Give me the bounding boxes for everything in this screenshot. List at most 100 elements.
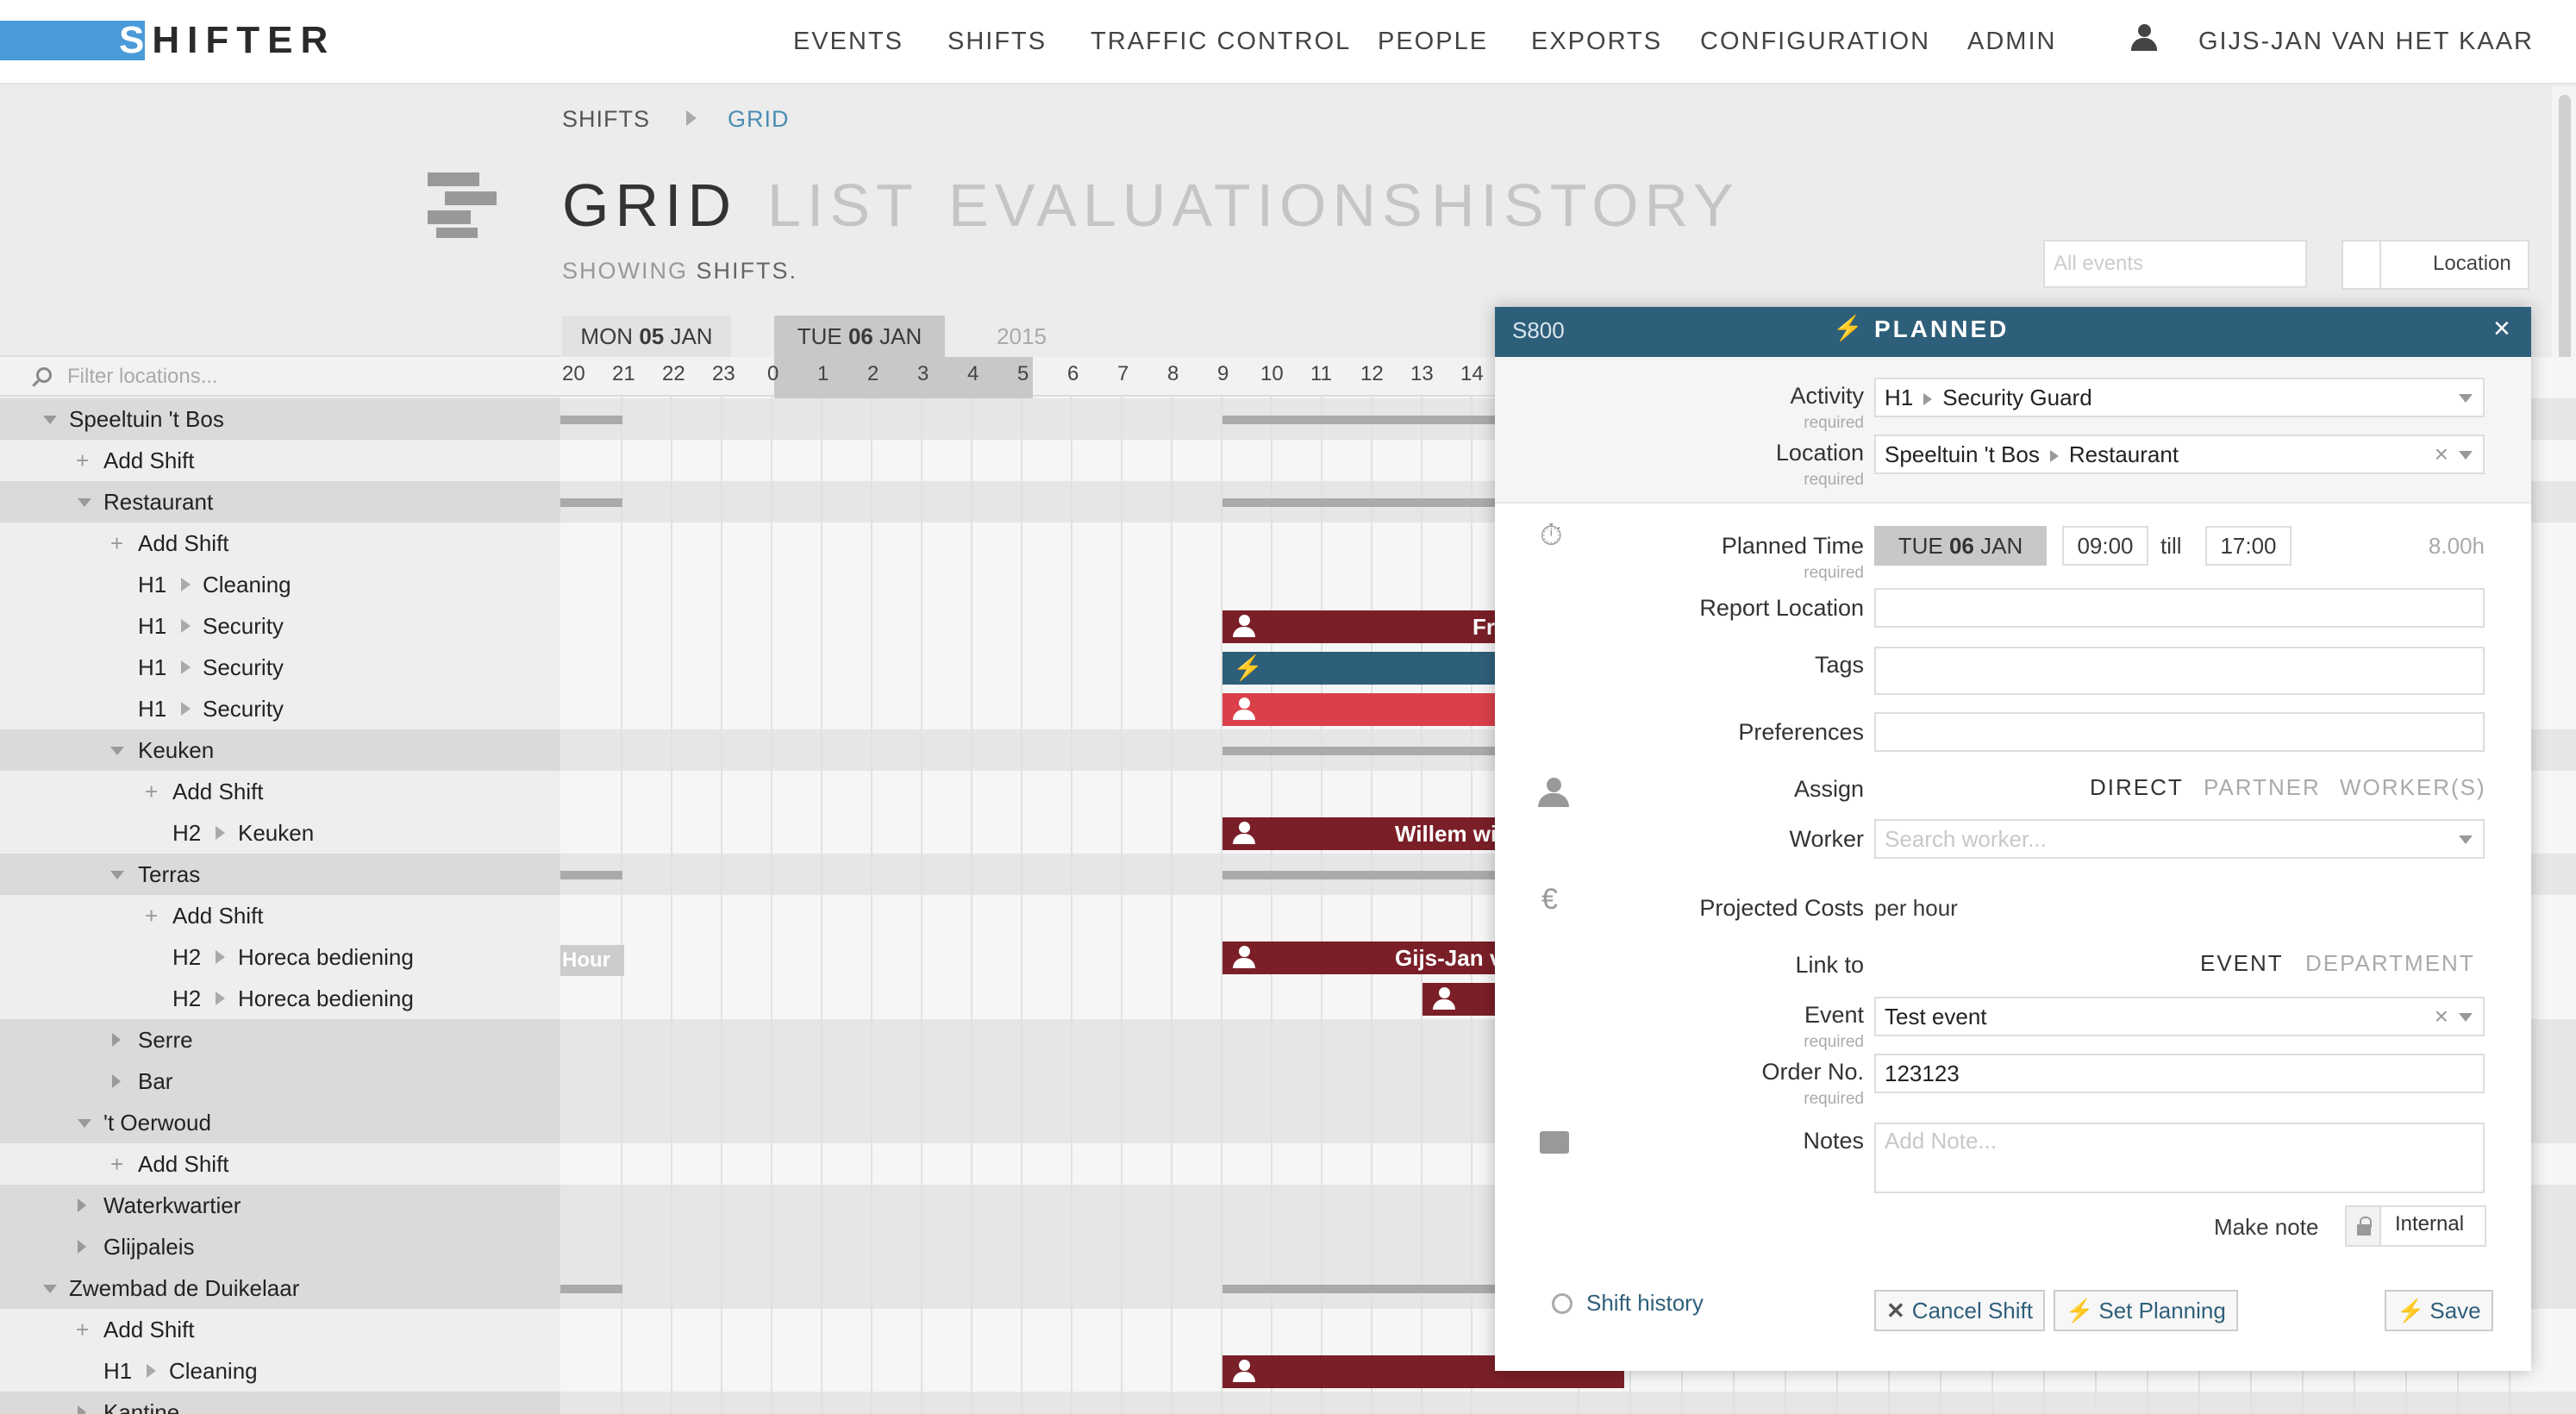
tree-add-shift[interactable]: + Add Shift [0, 522, 560, 564]
nav-configuration[interactable]: CONFIGURATION [1700, 24, 1930, 59]
tab-history[interactable]: HISTORY [1431, 171, 1740, 240]
expand-right-icon[interactable] [78, 1405, 86, 1414]
order-number-input[interactable]: 123123 [1874, 1054, 2485, 1093]
location-select[interactable]: Speeltuin 't Bos Restaurant × [1874, 435, 2485, 474]
tree-location-glijpaleis[interactable]: Glijpaleis [0, 1226, 560, 1267]
tags-label: Tags [1814, 652, 1864, 678]
activity-select[interactable]: H1 Security Guard [1874, 378, 2485, 417]
start-time-input[interactable]: 09:00 [2062, 526, 2148, 566]
cancel-x-icon: ✕ [1886, 1298, 1905, 1323]
shift-detail-modal: S800 ⚡ PLANNED × Activity required H1 Sec… [1495, 307, 2531, 1371]
tree-location-kantine[interactable]: Kantine [0, 1392, 560, 1414]
date-tue-06-jan[interactable]: TUE 06 JAN [774, 316, 945, 357]
tree-location-speeltuin[interactable]: Speeltuin 't Bos [0, 398, 560, 440]
shifter-logo[interactable]: SHIFTER [0, 19, 328, 62]
cancel-shift-button[interactable]: ✕ Cancel Shift [1874, 1290, 2045, 1331]
tree-location-keuken[interactable]: Keuken [0, 729, 560, 771]
expand-right-icon[interactable] [112, 1074, 121, 1088]
tree-location-waterkwartier[interactable]: Waterkwartier [0, 1185, 560, 1226]
set-planning-button[interactable]: ⚡ Set Planning [2054, 1290, 2238, 1331]
tree-shift-row[interactable]: H1 Security [0, 688, 560, 729]
internal-toggle[interactable]: Internal [2345, 1205, 2486, 1247]
notes-label: Notes [1803, 1128, 1864, 1154]
expand-down-icon[interactable] [110, 871, 124, 879]
events-filter[interactable]: All events [2043, 240, 2307, 288]
assign-direct-option[interactable]: DIRECT [2090, 774, 2184, 801]
tree-shift-row[interactable]: H1 Cleaning [0, 564, 560, 605]
hour-tick: 21 [612, 362, 635, 385]
search-icon [36, 367, 52, 383]
link-event-option[interactable]: EVENT [2200, 950, 2284, 977]
tree-location-serre[interactable]: Serre [0, 1019, 560, 1060]
tab-grid[interactable]: GRID [562, 171, 737, 240]
location-filter-button[interactable]: Location [2342, 240, 2529, 290]
date-mon-05-jan[interactable]: MON 05 JAN [562, 316, 731, 357]
assign-workers-option[interactable]: WORKER(S) [2340, 774, 2486, 801]
tags-input[interactable] [1874, 647, 2485, 695]
breadcrumb-grid: GRID [728, 106, 790, 132]
close-icon[interactable]: × [2493, 312, 2510, 346]
save-button[interactable]: ⚡ Save [2385, 1290, 2493, 1331]
shift-history-link[interactable]: Shift history [1586, 1290, 1704, 1317]
history-clock-icon [1552, 1293, 1572, 1314]
assign-partner-option[interactable]: PARTNER [2204, 774, 2321, 801]
tree-shift-row[interactable]: H2 Horeca bediening [0, 978, 560, 1019]
breadcrumb-shifts[interactable]: SHIFTS [562, 103, 650, 135]
hour-tick: 0 [767, 362, 779, 385]
hour-tick: 13 [1410, 362, 1434, 385]
tree-location-terras[interactable]: Terras [0, 854, 560, 895]
tree-location-zwembad[interactable]: Zwembad de Duikelaar [0, 1267, 560, 1309]
user-icon[interactable] [2131, 24, 2157, 52]
nav-people[interactable]: PEOPLE [1378, 24, 1488, 59]
grid-line [1321, 397, 1322, 1414]
tab-list[interactable]: LIST [767, 171, 919, 240]
event-select[interactable]: Test event × [1874, 997, 2485, 1036]
location-tree: Speeltuin 't Bos +Add Shift Restaurant +… [0, 355, 560, 1414]
arrow-right-icon [2049, 450, 2059, 462]
link-department-option[interactable]: DEPARTMENT [2305, 950, 2475, 977]
nav-shifts[interactable]: SHIFTS [947, 24, 1047, 59]
nav-admin[interactable]: ADMIN [1967, 24, 2056, 59]
grid-line [1421, 397, 1422, 1414]
tree-add-shift[interactable]: + Add Shift [0, 1143, 560, 1185]
clear-icon[interactable]: × [2435, 436, 2448, 472]
grid-line [821, 397, 822, 1414]
hour-tick: 14 [1460, 362, 1484, 385]
expand-down-icon[interactable] [43, 1285, 57, 1293]
nav-events[interactable]: EVENTS [793, 24, 903, 59]
expand-right-icon[interactable] [78, 1240, 86, 1254]
location-filter-input[interactable] [67, 364, 516, 390]
tree-add-shift[interactable]: + Add Shift [0, 440, 560, 481]
expand-down-icon[interactable] [78, 498, 91, 507]
tree-add-shift[interactable]: + Add Shift [0, 771, 560, 812]
user-name[interactable]: GIJS-JAN VAN HET KAAR [2198, 24, 2534, 59]
end-time-input[interactable]: 17:00 [2205, 526, 2292, 566]
tree-add-shift[interactable]: + Add Shift [0, 895, 560, 936]
report-location-input[interactable] [1874, 588, 2485, 628]
tree-shift-row[interactable]: H1 Security [0, 647, 560, 688]
expand-down-icon[interactable] [78, 1119, 91, 1128]
notes-textarea[interactable]: Add Note... [1874, 1123, 2485, 1193]
tab-evaluations[interactable]: EVALUATIONS [948, 171, 1429, 240]
preferences-label: Preferences [1738, 719, 1864, 745]
expand-down-icon[interactable] [43, 416, 57, 424]
tree-add-shift[interactable]: + Add Shift [0, 1309, 560, 1350]
tree-shift-row[interactable]: H1 Cleaning [0, 1350, 560, 1392]
tree-location-restaurant[interactable]: Restaurant [0, 481, 560, 522]
planned-date-button[interactable]: TUE 06 JAN [1874, 526, 2047, 566]
nav-exports[interactable]: EXPORTS [1531, 24, 1662, 59]
euro-icon: € [1541, 883, 1558, 916]
location-filter [0, 355, 560, 397]
clear-icon[interactable]: × [2435, 998, 2448, 1035]
tree-shift-row[interactable]: H1 Security [0, 605, 560, 647]
tree-shift-row[interactable]: H2 Horeca bediening [0, 936, 560, 978]
expand-right-icon[interactable] [112, 1033, 121, 1047]
nav-traffic-control[interactable]: TRAFFIC CONTROL [1091, 24, 1351, 59]
tree-location-oerwoud[interactable]: 't Oerwoud [0, 1102, 560, 1143]
tree-shift-row[interactable]: H2 Keuken [0, 812, 560, 854]
tree-location-bar[interactable]: Bar [0, 1060, 560, 1102]
expand-down-icon[interactable] [110, 747, 124, 755]
preferences-input[interactable] [1874, 712, 2485, 752]
worker-search-select[interactable]: Search worker... [1874, 819, 2485, 859]
expand-right-icon[interactable] [78, 1198, 86, 1212]
